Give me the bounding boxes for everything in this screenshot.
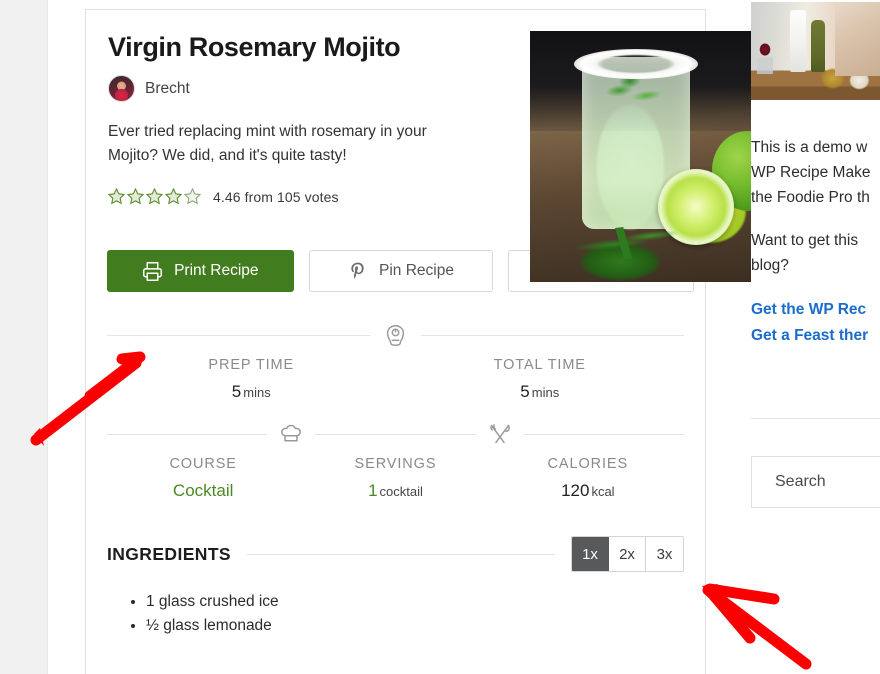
recipe-title: Virgin Rosemary Mojito	[108, 32, 401, 62]
recipe-details-row: COURSE Cocktail SERVINGS 1 cocktail CALOR…	[107, 456, 684, 501]
scale-button-3x[interactable]: 3x	[646, 537, 683, 572]
divider-line	[247, 553, 555, 555]
servings-cell: SERVINGS 1 cocktail	[299, 456, 491, 501]
print-recipe-button[interactable]: Print Recipe	[107, 250, 294, 293]
divider-line	[421, 335, 684, 337]
star-icon[interactable]	[164, 187, 183, 206]
sidebar-paragraph-2: Want to get this blog?	[751, 228, 880, 278]
cutlery-icon	[487, 421, 513, 447]
pin-recipe-label: Pin Recipe	[379, 262, 454, 280]
total-time-value: 5 mins	[396, 382, 685, 402]
sidebar-paragraph-2-line-1: Want to get this	[751, 232, 859, 250]
total-time-unit: mins	[531, 385, 560, 401]
calories-number: 120	[561, 481, 590, 501]
ingredients-heading: INGREDIENTS	[107, 543, 231, 564]
star-icon[interactable]	[107, 187, 126, 206]
author-name: Brecht	[145, 79, 190, 97]
sidebar-paragraph-1-line-1: This is a demo w	[751, 139, 868, 156]
photo-rosemary	[558, 220, 692, 266]
rating-stars[interactable]	[107, 187, 202, 206]
prep-time-number: 5	[231, 382, 242, 402]
course-value: Cocktail	[107, 481, 299, 501]
list-item[interactable]: 1 glass crushed ice	[146, 590, 694, 614]
chef-hat-icon	[278, 421, 304, 447]
sidebar-paragraph-2-line-2: blog?	[751, 257, 789, 275]
star-icon[interactable]	[126, 187, 145, 206]
sidebar-header-photo	[751, 2, 880, 100]
prep-time-value: 5 mins	[107, 382, 396, 402]
calories-unit: kcal	[591, 484, 615, 500]
photo-salt-rim	[574, 49, 698, 79]
course-cell: COURSE Cocktail	[107, 456, 299, 501]
sidebar-paragraph-1: This is a demo w WP Recipe Make the Food…	[751, 135, 880, 210]
sidebar-photo-oil-bottle	[811, 20, 825, 72]
details-divider	[107, 421, 684, 447]
calories-value: 120 kcal	[492, 481, 684, 501]
course-label: COURSE	[169, 456, 237, 473]
recipe-times-row: PREP TIME 5 mins TOTAL TIME 5 mins	[107, 357, 684, 402]
times-divider	[107, 323, 684, 348]
rating-text: 4.46 from 105 votes	[213, 188, 339, 205]
right-sidebar: This is a demo w WP Recipe Make the Food…	[751, 0, 880, 674]
sidebar-about-text: This is a demo w WP Recipe Make the Food…	[751, 135, 880, 349]
total-time-cell: TOTAL TIME 5 mins	[396, 357, 685, 402]
course-link[interactable]: Cocktail	[173, 481, 233, 500]
divider-line	[107, 335, 370, 337]
search-placeholder-text: Search	[775, 473, 826, 490]
page-root: Virgin Rosemary Mojito Brecht Ever tried…	[0, 0, 880, 674]
ingredients-list: 1 glass crushed ice ½ glass lemonade	[132, 590, 694, 638]
prep-time-label: PREP TIME	[208, 357, 295, 374]
calories-cell: CALORIES 120 kcal	[492, 456, 684, 501]
sidebar-paragraph-1-line-3: the Foodie Pro th	[751, 189, 870, 207]
sidebar-link-feast-theme[interactable]: Get a Feast ther	[751, 323, 880, 349]
left-gutter-band	[0, 0, 48, 674]
total-time-label: TOTAL TIME	[493, 357, 586, 374]
divider-line	[523, 433, 684, 435]
prep-time-cell: PREP TIME 5 mins	[107, 357, 396, 402]
pinterest-icon	[348, 261, 368, 281]
author-avatar	[108, 75, 135, 103]
sidebar-link-wp-recipe-maker[interactable]: Get the WP Rec	[751, 297, 880, 323]
sidebar-photo-grinder	[790, 10, 806, 72]
servings-value: 1 cocktail	[299, 481, 491, 501]
print-recipe-label: Print Recipe	[174, 262, 259, 280]
servings-number[interactable]: 1	[368, 481, 377, 500]
sidebar-divider	[751, 418, 880, 419]
recipe-card: Virgin Rosemary Mojito Brecht Ever tried…	[85, 9, 781, 674]
servings-scale-group: 1x 2x 3x	[571, 536, 684, 573]
servings-label: SERVINGS	[354, 456, 437, 473]
star-icon[interactable]	[183, 187, 202, 206]
divider-line	[107, 433, 268, 435]
ingredients-header: INGREDIENTS 1x 2x 3x	[107, 536, 684, 573]
pin-recipe-button[interactable]: Pin Recipe	[308, 250, 494, 293]
prep-time-unit: mins	[243, 385, 271, 401]
scale-button-1x[interactable]: 1x	[572, 537, 609, 572]
calories-label: CALORIES	[547, 456, 629, 473]
list-item[interactable]: ½ glass lemonade	[146, 614, 694, 638]
sidebar-photo-wineglass	[757, 40, 773, 74]
recipe-summary: Ever tried replacing mint with rosemary …	[108, 123, 427, 165]
sidebar-search-box[interactable]: Search	[751, 456, 880, 508]
total-time-number: 5	[520, 382, 530, 402]
recipe-photo	[530, 31, 781, 282]
sidebar-photo-person	[835, 2, 880, 76]
scale-button-2x[interactable]: 2x	[609, 537, 646, 572]
printer-icon	[142, 261, 163, 282]
divider-line	[315, 433, 476, 435]
servings-unit: cocktail	[379, 484, 423, 500]
star-icon[interactable]	[145, 187, 164, 206]
sidebar-paragraph-1-line-2: WP Recipe Make	[751, 164, 871, 182]
timer-icon	[383, 323, 408, 348]
